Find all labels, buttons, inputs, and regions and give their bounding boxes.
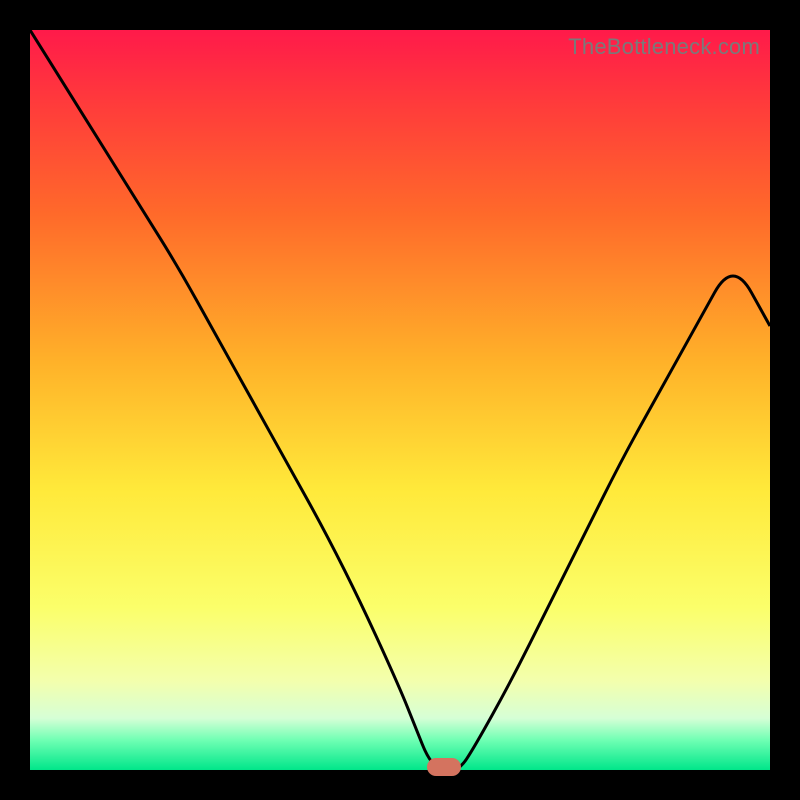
optimal-marker (427, 758, 461, 776)
plot-area: TheBottleneck.com (30, 30, 770, 770)
chart-frame: TheBottleneck.com (0, 0, 800, 800)
bottleneck-curve (30, 30, 770, 770)
curve-path (30, 30, 770, 770)
